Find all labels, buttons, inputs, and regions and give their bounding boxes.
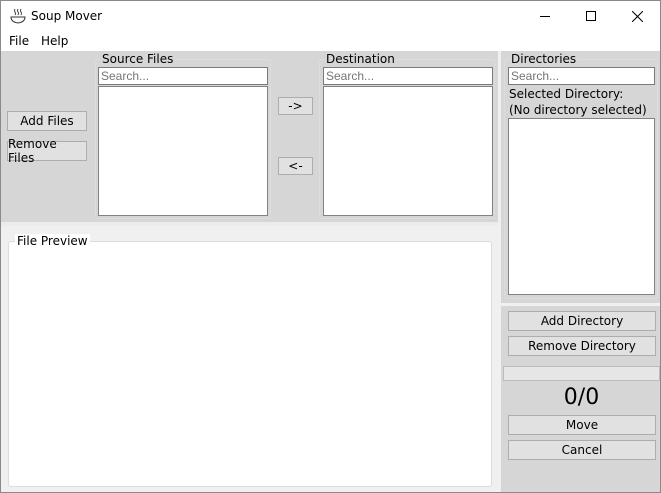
directories-label: Directories	[509, 52, 579, 66]
maximize-button[interactable]	[568, 1, 614, 31]
move-to-destination-button[interactable]: ->	[278, 97, 313, 115]
destination-label: Destination	[324, 52, 397, 66]
minimize-icon	[540, 16, 550, 17]
selected-directory-value: (No directory selected)	[509, 103, 647, 117]
source-files-label: Source Files	[100, 52, 176, 66]
file-preview-label: File Preview	[15, 234, 90, 248]
close-icon	[631, 10, 643, 22]
move-button[interactable]: Move	[508, 415, 656, 435]
maximize-icon	[586, 11, 596, 21]
remove-directory-button[interactable]: Remove Directory	[508, 336, 656, 356]
cancel-button[interactable]: Cancel	[508, 440, 656, 460]
file-preview-box: File Preview	[8, 234, 492, 487]
add-files-button[interactable]: Add Files	[7, 111, 87, 131]
directories-search-input[interactable]	[508, 67, 655, 85]
title-bar[interactable]: Soup Mover	[1, 1, 660, 31]
app-window: Soup Mover File Help Add Files Remove Fi…	[0, 0, 661, 493]
move-counter: 0/0	[563, 385, 600, 410]
source-files-list[interactable]	[98, 86, 268, 216]
move-progress-bar	[503, 366, 660, 381]
destination-files-list[interactable]	[323, 86, 493, 216]
minimize-button[interactable]	[522, 1, 568, 31]
destination-search-input[interactable]	[323, 67, 493, 85]
close-button[interactable]	[614, 1, 660, 31]
menu-bar: File Help	[1, 31, 660, 51]
remove-files-button[interactable]: Remove Files	[7, 137, 87, 165]
source-search-input[interactable]	[98, 67, 268, 85]
window-title: Soup Mover	[31, 9, 103, 23]
move-to-source-button[interactable]: <-	[278, 157, 313, 175]
selected-directory-label: Selected Directory:	[509, 87, 624, 101]
menu-help[interactable]: Help	[41, 34, 68, 48]
soup-bowl-icon	[10, 8, 26, 24]
panel-separator	[1, 222, 498, 226]
add-directory-button[interactable]: Add Directory	[508, 311, 656, 331]
directories-list[interactable]	[508, 118, 655, 295]
menu-file[interactable]: File	[9, 34, 29, 48]
